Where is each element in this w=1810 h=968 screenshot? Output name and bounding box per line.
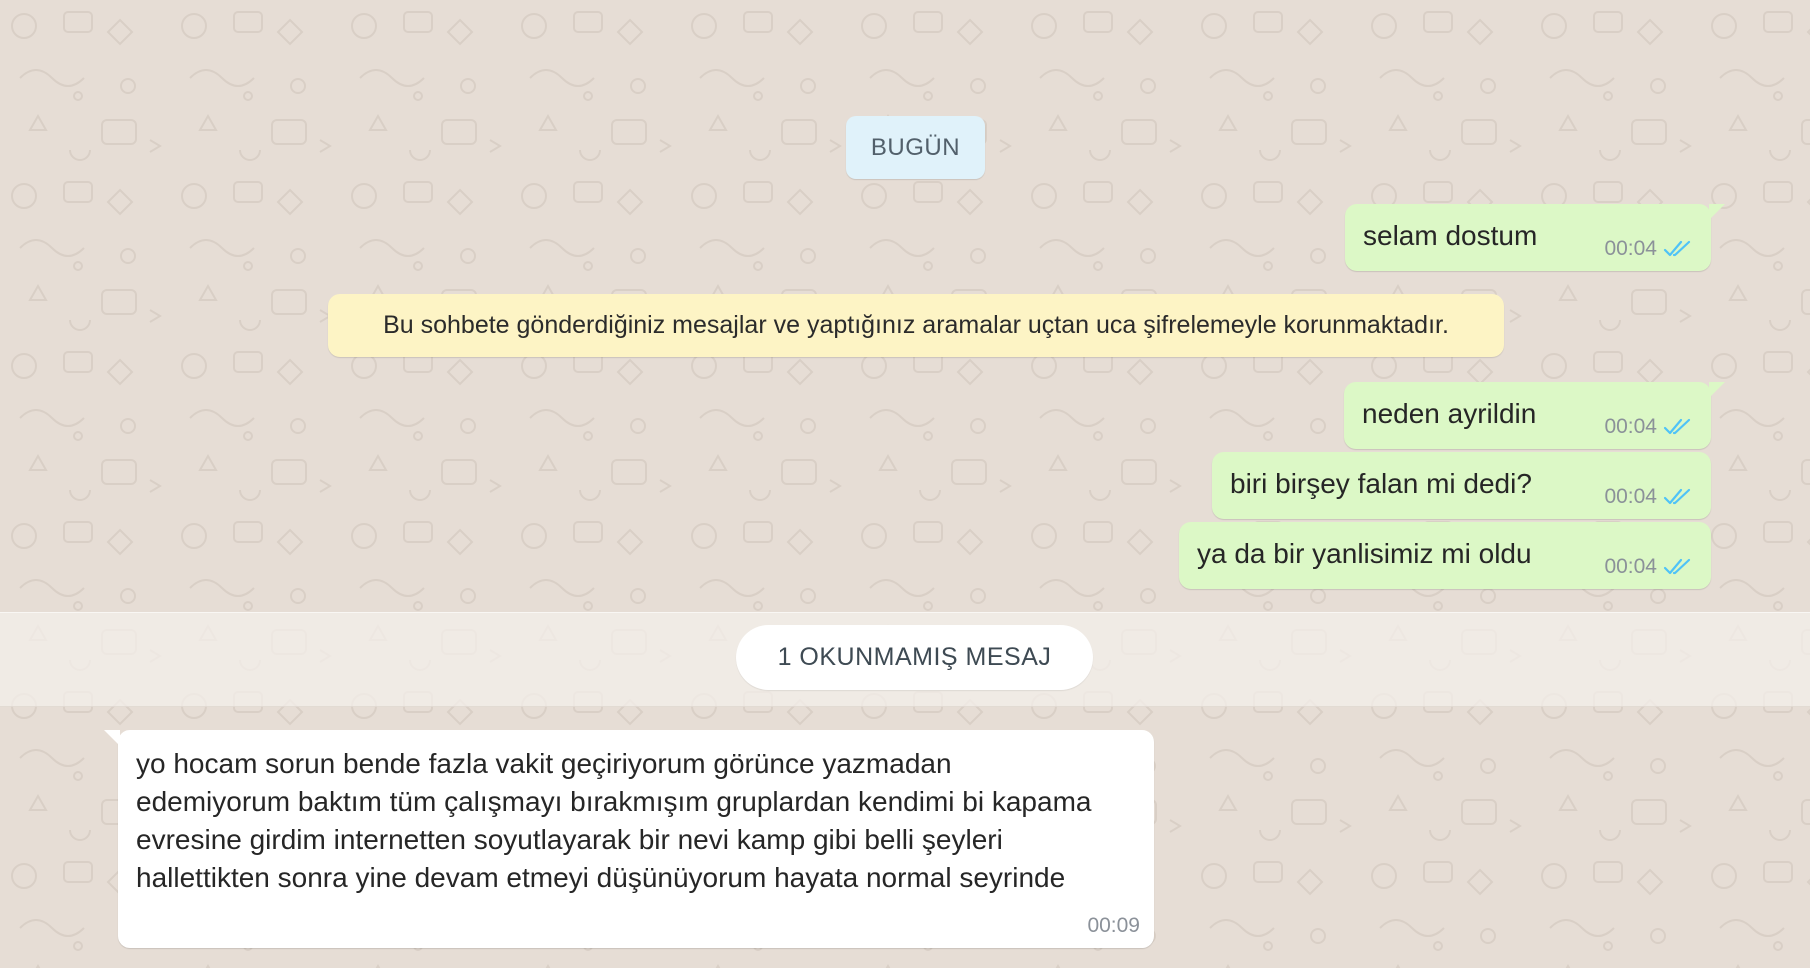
message-text: yo hocam sorun bende fazla vakit geçiriy…: [136, 748, 1092, 893]
message-meta: 00:04: [1604, 485, 1693, 509]
bubble-tail: [104, 730, 120, 746]
outgoing-message[interactable]: ya da bir yanlisimiz mi oldu 00:04: [1179, 522, 1711, 589]
date-divider: BUGÜN: [846, 116, 985, 179]
message-text: ya da bir yanlisimiz mi oldu: [1197, 538, 1532, 569]
bubble-tail: [1709, 382, 1725, 398]
encryption-notice-text: Bu sohbete gönderdiğiniz mesajlar ve yap…: [383, 311, 1449, 339]
double-check-icon: [1663, 418, 1691, 435]
outgoing-message[interactable]: neden ayrildin 00:04: [1344, 382, 1725, 449]
message-time: 00:04: [1604, 415, 1657, 438]
double-check-icon: [1663, 240, 1691, 257]
bubble-tail: [1709, 204, 1725, 220]
message-meta: 00:04: [1604, 555, 1693, 579]
unread-divider-label: 1 OKUNMAMIŞ MESAJ: [777, 643, 1052, 671]
message-time: 00:04: [1604, 555, 1657, 578]
message-time: 00:04: [1604, 485, 1657, 508]
message-time: 00:04: [1604, 237, 1657, 260]
message-text: selam dostum: [1363, 220, 1538, 251]
message-meta: 00:04: [1604, 237, 1693, 261]
message-time: 00:09: [1087, 914, 1140, 937]
unread-divider: 1 OKUNMAMIŞ MESAJ: [736, 625, 1093, 690]
message-meta: 00:04: [1604, 415, 1693, 439]
encryption-notice: Bu sohbete gönderdiğiniz mesajlar ve yap…: [328, 294, 1504, 357]
date-divider-label: BUGÜN: [870, 133, 961, 161]
chat-panel: BUGÜN selam dostum 00:04 Bu sohbete gönd…: [0, 0, 1810, 968]
message-text: biri birşey falan mi dedi?: [1230, 468, 1532, 499]
double-check-icon: [1663, 558, 1691, 575]
double-check-icon: [1663, 488, 1691, 505]
outgoing-message[interactable]: biri birşey falan mi dedi? 00:04: [1212, 452, 1711, 519]
message-text: neden ayrildin: [1362, 398, 1537, 429]
outgoing-message[interactable]: selam dostum 00:04: [1345, 204, 1725, 271]
incoming-message[interactable]: yo hocam sorun bende fazla vakit geçiriy…: [104, 730, 1154, 948]
message-meta: 00:09: [1087, 914, 1140, 938]
